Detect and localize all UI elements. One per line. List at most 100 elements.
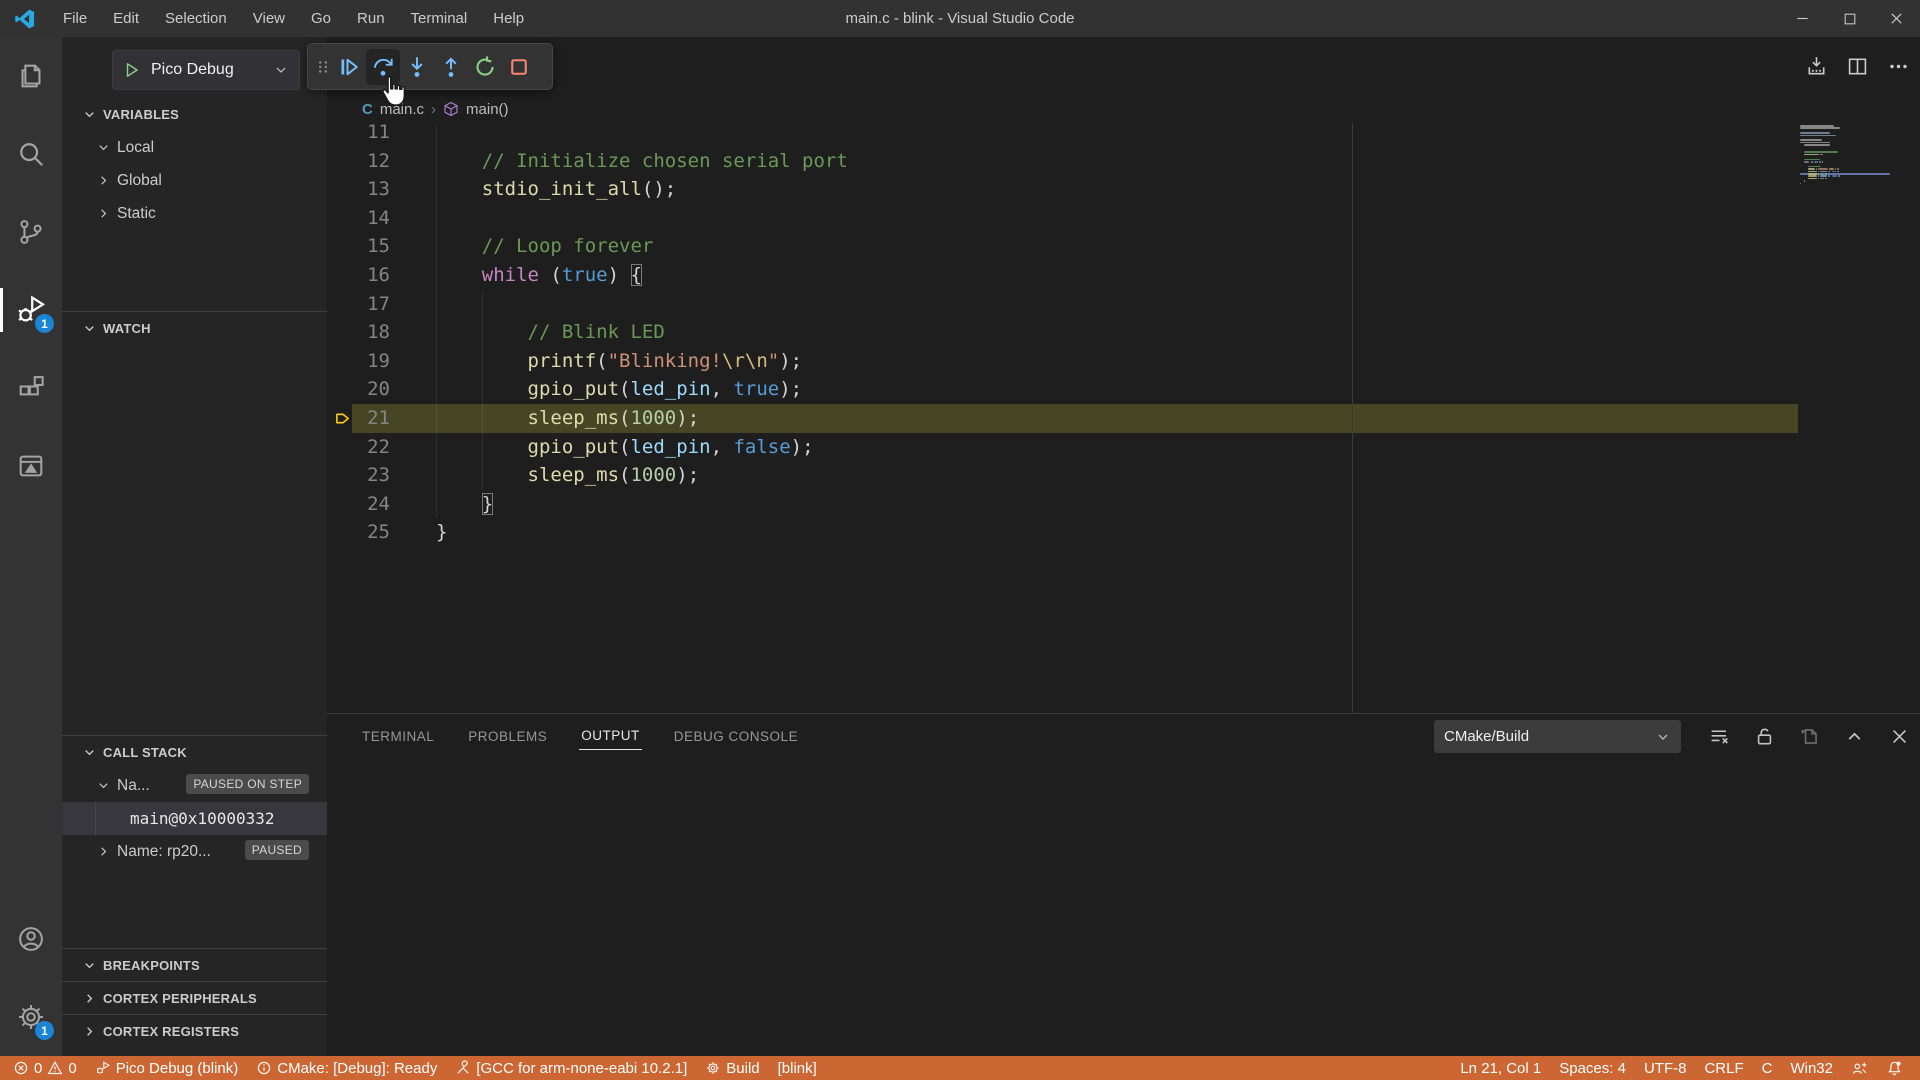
code-line[interactable]: 20 gpio_put(led_pin, true); [327,375,1920,404]
variables-header[interactable]: VARIABLES [62,98,327,131]
code-line[interactable]: 21 sleep_ms(1000); [327,404,1920,433]
line-number: 17 [327,290,390,319]
menu-terminal[interactable]: Terminal [398,0,481,37]
encoding-status[interactable]: UTF-8 [1635,1056,1696,1080]
close-panel-icon[interactable] [1889,726,1910,747]
split-editor-icon[interactable] [1846,55,1869,78]
build-button-status[interactable]: Build [696,1056,768,1080]
activity-search[interactable] [0,115,62,193]
menu-help[interactable]: Help [480,0,537,37]
language-mode-status[interactable]: C [1753,1056,1782,1080]
problems-status[interactable]: 0 0 [4,1056,86,1080]
search-icon [16,139,46,169]
flash-project-icon[interactable] [1805,55,1828,78]
eol-status[interactable]: CRLF [1695,1056,1752,1080]
unlock-icon[interactable] [1754,726,1775,747]
minimap-line [1838,175,1840,177]
code-line[interactable]: 25} [327,518,1920,547]
menu-file[interactable]: File [50,0,100,37]
code-line[interactable]: 11 [327,123,1920,147]
notifications-status[interactable] [1877,1056,1912,1080]
window-controls [1779,0,1920,37]
stop-button[interactable] [502,49,536,85]
open-output-in-editor-icon[interactable] [1799,726,1820,747]
menu-selection[interactable]: Selection [152,0,240,37]
variables-scope-static[interactable]: Static [62,197,327,230]
code-line[interactable]: 18 // Blink LED [327,318,1920,347]
cortex-peripherals-header[interactable]: CORTEX PERIPHERALS [62,982,327,1015]
code-line[interactable]: 12 // Initialize chosen serial port [327,147,1920,176]
breadcrumb-symbol[interactable]: main() [466,101,509,118]
cmake-status[interactable]: CMake: [Debug]: Ready [247,1056,446,1080]
activity-account[interactable] [0,900,62,978]
variables-scope-global[interactable]: Global [62,164,327,197]
activity-source-control[interactable] [0,193,62,271]
activity-run-debug[interactable]: 1 [0,271,62,349]
output-channel-select[interactable]: CMake/Build [1434,720,1681,753]
code-line[interactable]: 16 while (true) { [327,261,1920,290]
more-actions-icon[interactable] [1887,55,1910,78]
menu-edit[interactable]: Edit [100,0,152,37]
tab-problems[interactable]: PROBLEMS [466,723,549,750]
minimap-line [1814,161,1818,163]
code-line[interactable]: 17 [327,290,1920,319]
call-stack-frame-main[interactable]: main@0x10000332 [62,802,327,835]
step-out-icon [439,55,463,79]
restart-button[interactable] [468,49,502,85]
code-lines: 1112 // Initialize chosen serial port13 … [327,123,1920,547]
activity-bar: 1 1 [0,37,62,1056]
cortex-registers-header[interactable]: CORTEX REGISTERS [62,1015,327,1048]
activity-explorer[interactable] [0,37,62,115]
line-number: 23 [327,461,390,490]
breadcrumb: C main.c › main() [327,95,1920,123]
platform-status[interactable]: Win32 [1781,1056,1842,1080]
activity-pico-project[interactable] [0,427,62,505]
activity-settings[interactable]: 1 [0,978,62,1056]
launch-config-dropdown[interactable]: Pico Debug [112,50,300,90]
code-line[interactable]: 22 gpio_put(led_pin, false); [327,433,1920,462]
chevron-down-icon [273,62,289,78]
minimap-line [1800,135,1836,137]
cmake-kit-status[interactable]: [GCC for arm-none-eabi 10.2.1] [446,1056,696,1080]
cursor-position-status[interactable]: Ln 21, Col 1 [1451,1056,1550,1080]
minimap-line [1820,175,1827,177]
source-control-icon [16,217,46,247]
tab-terminal[interactable]: TERMINAL [360,723,436,750]
variables-scope-local[interactable]: Local [62,131,327,164]
minimize-button[interactable] [1779,0,1826,37]
call-stack-thread-2[interactable]: Name: rp20... PAUSED [62,835,327,868]
step-out-button[interactable] [434,49,468,85]
code-line[interactable]: 15 // Loop forever [327,232,1920,261]
menu-go[interactable]: Go [298,0,344,37]
minimap-line [1804,154,1819,156]
tab-output[interactable]: OUTPUT [579,722,642,750]
code-line[interactable]: 23 sleep_ms(1000); [327,461,1920,490]
code-line[interactable]: 13 stdio_init_all(); [327,175,1920,204]
close-window-button[interactable] [1873,0,1920,37]
clear-output-icon[interactable] [1709,726,1730,747]
code-line[interactable]: 14 [327,204,1920,233]
debug-target-status[interactable]: Pico Debug (blink) [86,1056,248,1080]
minimap[interactable] [1800,123,1890,253]
feedback-status[interactable] [1842,1056,1877,1080]
indent-guide [436,290,437,319]
indentation-status[interactable]: Spaces: 4 [1550,1056,1635,1080]
continue-button[interactable] [332,49,366,85]
menu-run[interactable]: Run [344,0,398,37]
watch-header[interactable]: WATCH [62,312,327,345]
code-area[interactable]: 1112 // Initialize chosen serial port13 … [327,123,1920,713]
chevron-right-icon [82,1024,97,1039]
maximize-button[interactable] [1826,0,1873,37]
breakpoints-header[interactable]: BREAKPOINTS [62,949,327,982]
maximize-panel-icon[interactable] [1844,726,1865,747]
activity-extensions[interactable] [0,349,62,427]
menu-view[interactable]: View [240,0,298,37]
call-stack-thread-1[interactable]: Na... PAUSED ON STEP [62,769,327,802]
call-stack-header[interactable]: CALL STACK [62,736,327,769]
code-line[interactable]: 19 printf("Blinking!\r\n"); [327,347,1920,376]
code-line[interactable]: 24 } [327,490,1920,519]
tab-debug-console[interactable]: DEBUG CONSOLE [672,723,800,750]
build-target-status[interactable]: [blink] [769,1056,826,1080]
toolbar-grip-icon[interactable] [314,56,332,78]
minimap-line [1818,178,1819,180]
